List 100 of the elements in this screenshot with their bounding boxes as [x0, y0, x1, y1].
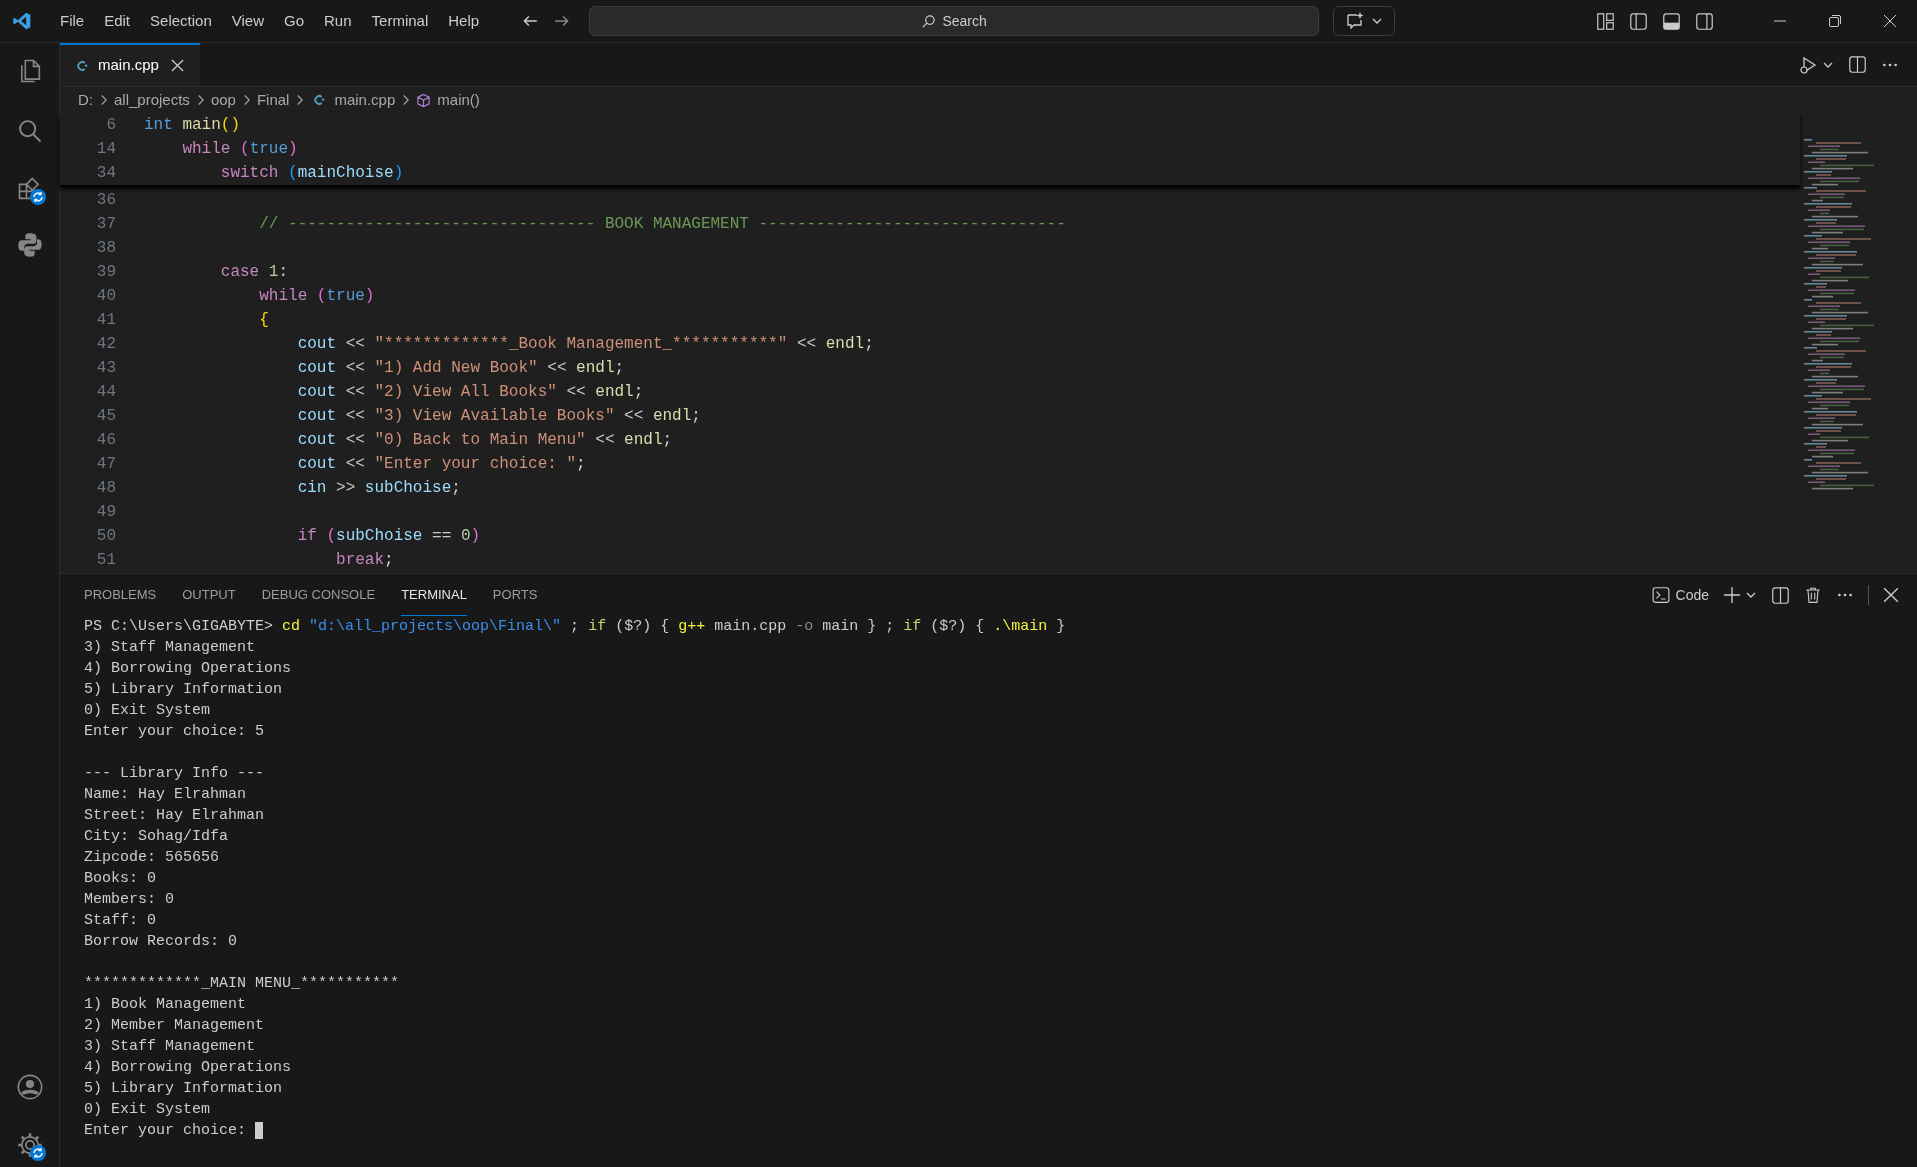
panel-tab[interactable]: PROBLEMS — [84, 574, 157, 616]
terminal-output-line: 1) Book Management — [84, 995, 248, 1015]
code-line: case 1: — [219, 262, 289, 283]
terminal-output-line: Enter your choice: 5 — [84, 722, 266, 742]
line-number: 6 — [105, 115, 116, 136]
panel-tab[interactable]: PORTS — [492, 574, 538, 616]
line-number: 37 — [95, 214, 116, 235]
terminal-output-line: 0) Exit System — [84, 1100, 212, 1120]
toggle-secondary-sidebar-icon[interactable] — [1695, 11, 1714, 31]
close-icon[interactable] — [170, 59, 184, 72]
account-icon[interactable] — [15, 1073, 44, 1101]
menu-item[interactable]: Edit — [96, 9, 139, 33]
line-number: 39 — [95, 262, 116, 283]
terminal-output-line: 5) Library Information — [84, 1079, 284, 1099]
terminal-icon — [1651, 586, 1670, 604]
line-number: 51 — [95, 550, 116, 571]
trash-icon[interactable] — [1804, 586, 1822, 604]
terminal-output-line: Street: Hay Elrahman — [84, 806, 266, 826]
breadcrumb-item[interactable]: D: — [78, 88, 93, 112]
sync-badge-icon — [28, 188, 47, 206]
terminal-output-line: 3) Staff Management — [84, 1037, 257, 1057]
line-number: 43 — [95, 358, 116, 379]
chat-button[interactable] — [1333, 6, 1396, 36]
line-number: 42 — [95, 334, 116, 355]
code-line: cout << "1) Add New Book" << endl; — [296, 358, 625, 379]
line-number: 14 — [95, 139, 116, 160]
terminal-output-line: Members: 0 — [84, 890, 175, 910]
cpp-file-icon — [76, 58, 90, 73]
code-line: int main() — [144, 115, 240, 136]
sync-badge-icon — [28, 1144, 47, 1162]
menu-item[interactable]: View — [223, 9, 272, 33]
python-icon[interactable] — [15, 231, 44, 259]
plus-icon[interactable] — [1723, 586, 1741, 604]
code-line: if (subChoise == 0) — [296, 526, 481, 547]
code-line: cout << "0) Back to Main Menu" << endl; — [296, 430, 673, 451]
chevron-right-icon — [99, 94, 108, 106]
menu-item[interactable]: File — [52, 9, 93, 33]
code-line: cout << "Enter your choice: "; — [296, 454, 586, 475]
logo-icon — [12, 11, 32, 31]
terminal-command-line: PS C:\Users\GIGABYTE> cd "d:\all_projects\oop\Final\" ; if ($?) { g++ main.cpp -o main } ; if ($?) { .\main } — [84, 617, 1067, 637]
chat-sparkle-icon — [1345, 11, 1366, 31]
terminal-output-line: Staff: 0 — [84, 911, 157, 931]
breadcrumb-item[interactable]: oop — [210, 88, 236, 112]
code-line: switch (mainChoise) — [219, 163, 404, 184]
editor-tab[interactable]: main.cpp — [60, 43, 200, 86]
split-terminal-icon[interactable] — [1771, 585, 1790, 605]
toggle-sidebar-icon[interactable] — [1629, 11, 1648, 31]
close-panel-icon[interactable] — [1883, 587, 1899, 603]
panel-tab[interactable]: DEBUG CONSOLE — [261, 574, 376, 616]
code-line: cout << "2) View All Books" << endl; — [296, 382, 644, 403]
terminal-output-line: Books: 0 — [84, 869, 157, 889]
breadcrumb-item[interactable]: main.cpp — [334, 88, 396, 112]
line-number: 41 — [95, 310, 116, 331]
line-number: 49 — [95, 502, 116, 523]
cube-icon — [416, 92, 432, 108]
split-editor-icon[interactable] — [1848, 55, 1867, 74]
line-number: 50 — [95, 526, 116, 547]
terminal-output-line: *************_MAIN MENU_*********** — [84, 974, 401, 994]
toggle-panel-icon[interactable] — [1662, 11, 1681, 31]
search-field[interactable]: Search — [589, 6, 1320, 36]
terminal-profile-button[interactable]: Code — [1651, 584, 1709, 606]
settings-icon[interactable] — [15, 1131, 44, 1159]
search-placeholder: Search — [942, 11, 987, 31]
chevron-right-icon — [401, 94, 411, 106]
terminal-output-line: Enter your choice: — [84, 1121, 248, 1141]
code-line: while (true) — [258, 286, 375, 307]
menu-item[interactable]: Terminal — [363, 9, 437, 33]
terminal-output-line: 2) Member Management — [84, 1016, 266, 1036]
layout-customize-icon[interactable] — [1596, 11, 1615, 31]
line-number: 46 — [95, 430, 116, 451]
terminal-output-line: 0) Exit System — [84, 701, 212, 721]
line-number: 36 — [95, 190, 116, 211]
line-number: 34 — [95, 163, 116, 184]
terminal-output-line: --- Library Info --- — [84, 764, 266, 784]
line-number: 38 — [95, 238, 116, 259]
restore-icon — [1827, 14, 1842, 28]
code-line: cin >> subChoise; — [296, 478, 461, 499]
chevron-right-icon — [295, 94, 305, 106]
line-number: 48 — [95, 478, 116, 499]
breadcrumb-item[interactable]: Final — [256, 88, 290, 112]
cursor — [255, 1122, 264, 1139]
terminal-output-line: 3) Staff Management — [84, 638, 257, 658]
panel-tab[interactable]: OUTPUT — [182, 574, 236, 616]
code-line: break; — [335, 550, 394, 571]
menu-item[interactable]: Go — [276, 9, 312, 33]
terminal-output-line: Zipcode: 565656 — [84, 848, 221, 868]
panel-tab[interactable]: TERMINAL — [401, 574, 467, 616]
code-line: cout << "*************_Book Management_***********" << endl; — [296, 334, 874, 355]
breadcrumb-item[interactable]: main() — [437, 88, 480, 112]
terminal-output-line: 4) Borrowing Operations — [84, 659, 293, 679]
close-icon — [1882, 14, 1897, 28]
line-number: 45 — [95, 406, 116, 427]
code-line: while (true) — [181, 139, 298, 160]
breadcrumb-item[interactable]: all_projects — [114, 88, 190, 112]
menu-item[interactable]: Run — [316, 9, 360, 33]
terminal-output-line: Borrow Records: 0 — [84, 932, 239, 952]
run-debug-icon[interactable] — [1798, 54, 1818, 75]
menu-item[interactable]: Help — [440, 9, 488, 33]
code-line: { — [258, 310, 269, 331]
menu-item[interactable]: Selection — [142, 9, 220, 33]
